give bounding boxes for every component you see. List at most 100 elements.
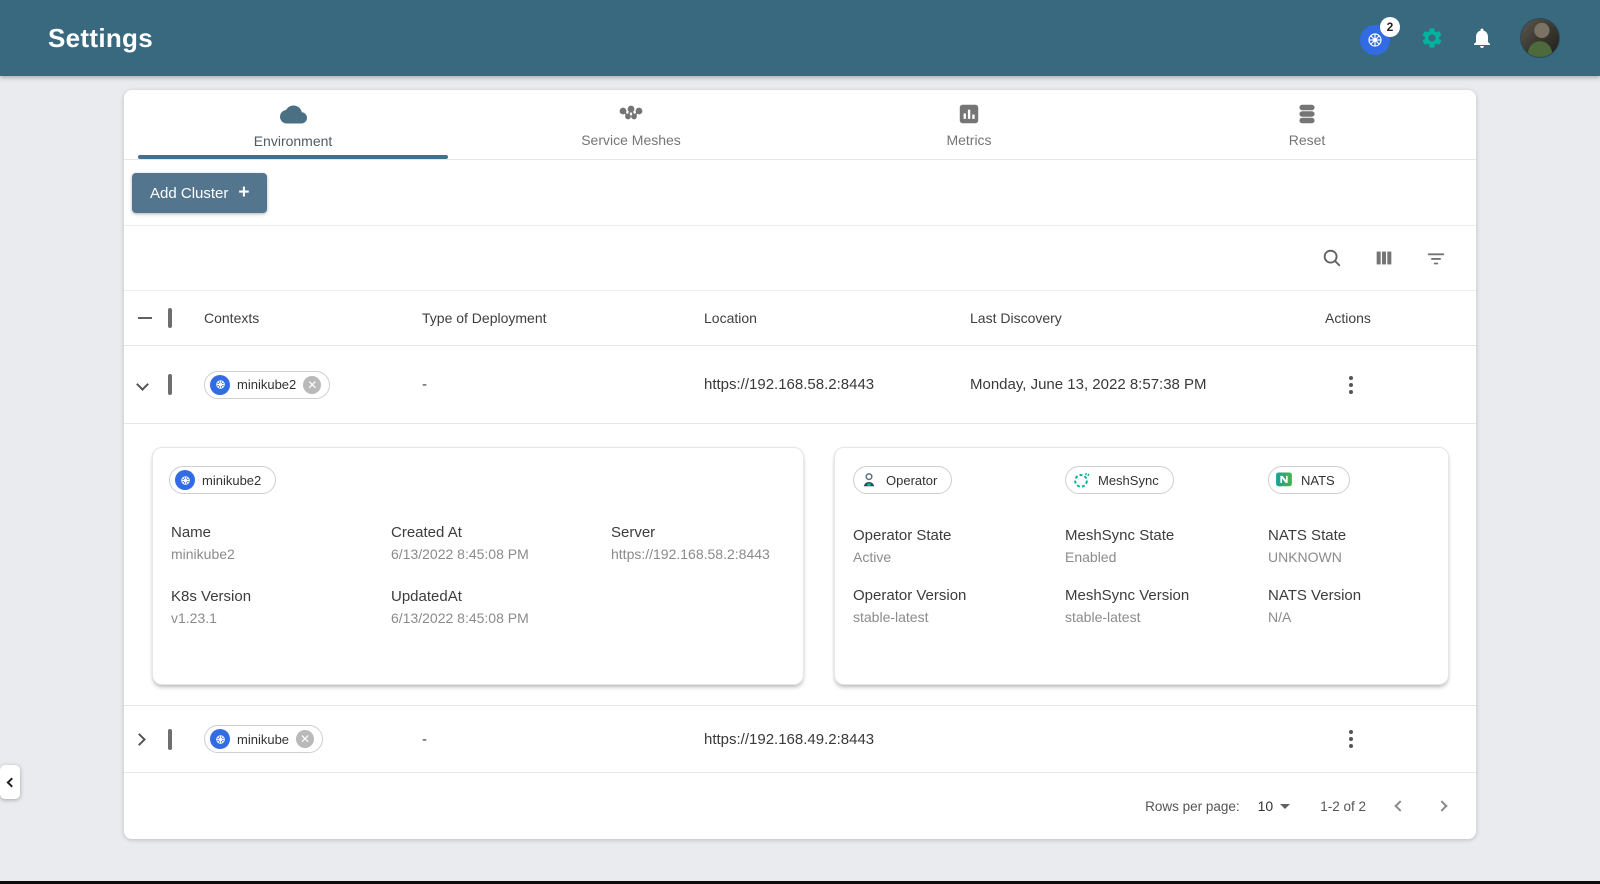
context-detail-panel: minikube2 Name minikube2 Created At 6/13… [152, 447, 804, 685]
chevron-left-icon [6, 777, 17, 787]
cloud-icon [279, 105, 307, 123]
operator-chip[interactable]: Operator [853, 466, 953, 494]
nats-chip-label: NATS [1301, 472, 1335, 488]
operator-state: Operator State Active [853, 527, 952, 565]
add-cluster-row: Add Cluster + [124, 160, 1476, 226]
table-pagination: Rows per page: 10 1-2 of 2 [124, 773, 1476, 839]
table-row: minikube2 ✕ - https://192.168.58.2:8443 … [124, 346, 1476, 424]
database-icon [1299, 104, 1315, 124]
cell-type-of-deployment: - [422, 376, 427, 393]
operator-detail-panel: Operator Operator State Active Operator … [834, 447, 1449, 685]
kubernetes-icon [175, 470, 195, 490]
meshsync-version: MeshSync Version stable-latest [1065, 587, 1190, 625]
col-actions: Actions [1325, 310, 1371, 326]
context-chip-minikube2[interactable]: minikube2 [169, 466, 277, 494]
rows-per-page-label: Rows per page: [1145, 798, 1240, 814]
cell-type-of-deployment: - [422, 730, 427, 748]
collapse-row-icon[interactable] [136, 378, 149, 391]
table-row: minikube ✕ - https://192.168.49.2:8443 [124, 706, 1476, 773]
cell-last-discovery: Monday, June 13, 2022 8:57:38 PM [970, 376, 1207, 393]
bell-icon [1474, 28, 1490, 48]
context-chip-label: minikube2 [202, 472, 262, 488]
nats-icon [1276, 472, 1292, 487]
add-cluster-button[interactable]: Add Cluster + [132, 173, 268, 213]
search-button[interactable] [1320, 246, 1344, 270]
tab-service-meshes-label: Service Meshes [581, 132, 681, 148]
table-header-row: Contexts Type of Deployment Location Las… [124, 290, 1476, 346]
cell-location: https://192.168.58.2:8443 [704, 376, 875, 393]
field-created-at: Created At 6/13/2022 8:45:08 PM [391, 524, 529, 562]
table-toolbar [124, 226, 1476, 290]
tab-reset[interactable]: Reset [1138, 90, 1476, 159]
col-type-of-deployment: Type of Deployment [422, 310, 547, 326]
filter-button[interactable] [1424, 246, 1448, 270]
tab-metrics-label: Metrics [946, 132, 992, 148]
settings-gear-button[interactable] [1420, 26, 1444, 50]
view-columns-button[interactable] [1372, 246, 1396, 270]
operator-chip-label: Operator [886, 472, 938, 488]
row-checkbox[interactable] [168, 374, 172, 395]
chevron-down-icon [1280, 803, 1291, 809]
field-k8s-version: K8s Version v1.23.1 [171, 588, 252, 626]
app-bar: Settings 2 [0, 0, 1600, 76]
nats-state: NATS State UNKNOWN [1268, 527, 1347, 565]
row-actions-menu-button[interactable] [1339, 730, 1363, 748]
context-chip-minikube2[interactable]: minikube2 ✕ [204, 370, 331, 399]
add-cluster-label: Add Cluster [150, 184, 229, 202]
context-chip-label: minikube2 [237, 377, 297, 392]
page-title: Settings [48, 22, 153, 53]
tab-service-meshes[interactable]: Service Meshes [462, 90, 800, 159]
kubernetes-context-button[interactable]: 2 [1360, 17, 1400, 55]
context-chip-label: minikube [237, 731, 290, 747]
row-actions-menu-button[interactable] [1339, 375, 1363, 394]
nats-chip[interactable]: NATS [1268, 466, 1350, 494]
previous-page-button[interactable] [1394, 800, 1406, 812]
settings-tabs: Environment Service Meshes Metrics Reset [124, 90, 1476, 160]
mesh-icon [619, 105, 643, 120]
field-server: Server https://192.168.58.2:8443 [611, 524, 770, 562]
meshsync-state: MeshSync State Enabled [1065, 527, 1175, 565]
col-contexts: Contexts [204, 310, 260, 326]
expand-row-icon[interactable] [133, 732, 146, 746]
context-count-badge: 2 [1380, 17, 1400, 37]
operator-icon [863, 473, 875, 487]
settings-card: Environment Service Meshes Metrics Reset… [124, 90, 1476, 839]
tab-environment[interactable]: Environment [124, 90, 462, 159]
tab-metrics[interactable]: Metrics [800, 90, 1138, 159]
col-last-discovery: Last Discovery [970, 310, 1062, 326]
tab-environment-label: Environment [253, 132, 333, 149]
operator-column: Operator Operator State Active Operator … [853, 466, 1065, 625]
close-icon[interactable]: ✕ [296, 730, 315, 748]
next-page-button[interactable] [1436, 800, 1448, 812]
row-checkbox[interactable] [168, 728, 172, 750]
filter-icon [1427, 253, 1445, 265]
collapse-drawer-handle[interactable] [0, 765, 20, 799]
columns-icon [1376, 251, 1392, 265]
expanded-row-detail: minikube2 Name minikube2 Created At 6/13… [124, 424, 1476, 706]
context-chip-minikube[interactable]: minikube ✕ [204, 725, 324, 753]
search-icon [1323, 249, 1341, 267]
field-name: Name minikube2 [171, 524, 235, 562]
nats-version: NATS Version N/A [1268, 587, 1362, 625]
plus-icon: + [238, 182, 250, 203]
nats-column: NATS NATS State UNKNOWN NATS Version N/A [1268, 466, 1432, 625]
field-updated-at: UpdatedAt 6/13/2022 8:45:08 PM [391, 588, 529, 626]
col-location: Location [704, 310, 757, 326]
meshsync-icon [1074, 472, 1090, 488]
meshsync-column: MeshSync MeshSync State Enabled MeshSync… [1065, 466, 1268, 625]
select-all-checkbox[interactable] [168, 308, 172, 328]
meshsync-chip-label: MeshSync [1098, 472, 1159, 488]
metrics-icon [959, 104, 979, 124]
tab-reset-label: Reset [1288, 132, 1326, 148]
meshsync-chip[interactable]: MeshSync [1065, 466, 1174, 494]
close-icon[interactable]: ✕ [303, 375, 322, 394]
kubernetes-icon [210, 729, 230, 749]
kubernetes-icon [210, 374, 230, 395]
gear-icon [1422, 28, 1442, 48]
cell-location: https://192.168.49.2:8443 [704, 730, 875, 748]
user-avatar[interactable] [1520, 18, 1560, 58]
collapse-all-icon[interactable] [138, 317, 152, 319]
rows-per-page-select[interactable]: 10 [1258, 798, 1291, 814]
operator-version: Operator Version stable-latest [853, 587, 967, 625]
notifications-button[interactable] [1470, 26, 1494, 50]
